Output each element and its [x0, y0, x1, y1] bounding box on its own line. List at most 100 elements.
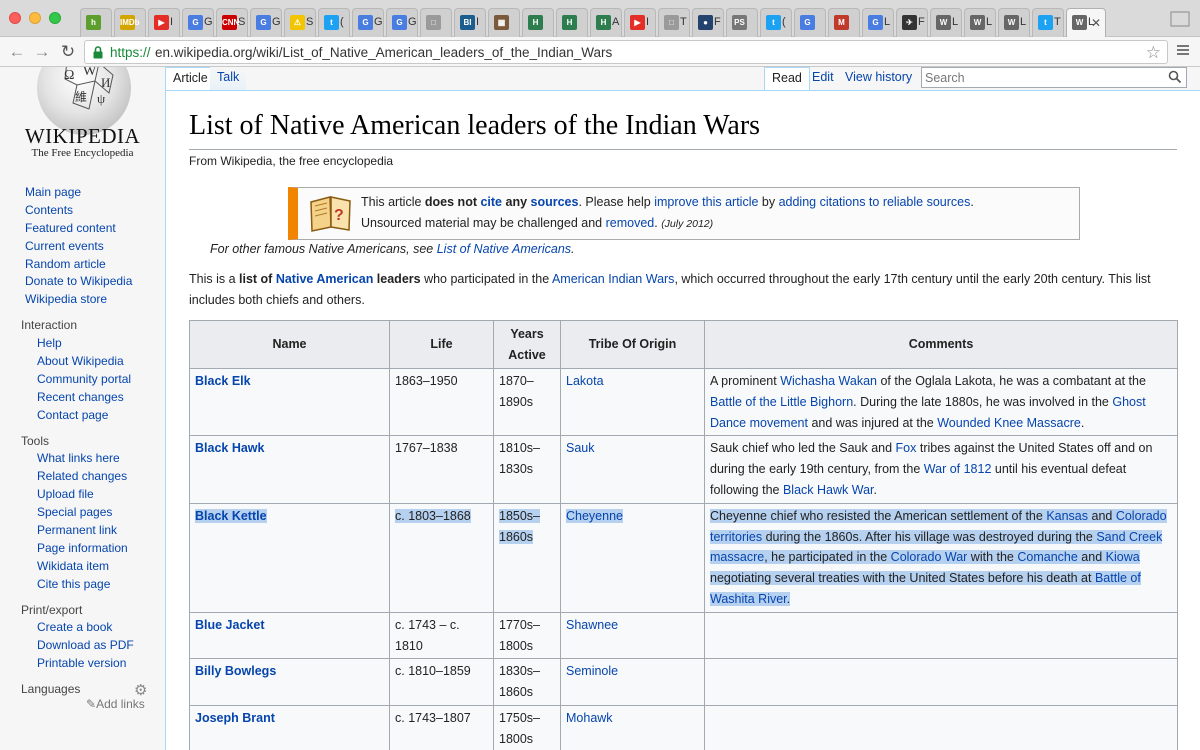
- adding-citations-link[interactable]: adding citations to reliable sources: [779, 195, 971, 209]
- tribe-link[interactable]: Mohawk: [560, 704, 705, 750]
- browser-tab[interactable]: □ T: [658, 8, 690, 37]
- column-header[interactable]: Life: [389, 320, 494, 369]
- forward-arrow-icon[interactable]: →: [32, 42, 52, 62]
- browser-tab[interactable]: IMDb: [114, 8, 146, 37]
- comment-link[interactable]: Wounded Knee Massacre: [937, 416, 1081, 430]
- browser-tab[interactable]: M: [828, 8, 860, 37]
- sidebar-item-main-page[interactable]: Main page: [0, 184, 165, 202]
- sidebar-item-permanent-link[interactable]: Permanent link: [0, 522, 165, 540]
- cite-link[interactable]: cite: [480, 195, 502, 209]
- window-maximize-button[interactable]: [49, 12, 61, 24]
- browser-tab[interactable]: H: [522, 8, 554, 37]
- browser-tab[interactable]: GG: [386, 8, 418, 37]
- comment-link[interactable]: Battle of the Little Bighorn: [710, 395, 853, 409]
- sidebar-item-printable-version[interactable]: Printable version: [0, 655, 165, 673]
- browser-tab[interactable]: W L ✕: [1066, 8, 1106, 37]
- column-header[interactable]: Comments: [704, 320, 1178, 369]
- leader-name-link[interactable]: Blue Jacket: [189, 611, 390, 660]
- sidebar-item-download-as-pdf[interactable]: Download as PDF: [0, 637, 165, 655]
- browser-tab[interactable]: tT: [1032, 8, 1064, 37]
- leader-name-link[interactable]: Black Elk: [189, 367, 390, 437]
- native-american-link[interactable]: Native American: [276, 272, 374, 286]
- window-close-button[interactable]: [9, 12, 21, 24]
- browser-tab[interactable]: G: [794, 8, 826, 37]
- sidebar-item-current-events[interactable]: Current events: [0, 238, 165, 256]
- browser-tab[interactable]: GG: [352, 8, 384, 37]
- sources-link[interactable]: sources: [531, 195, 579, 209]
- profile-icon[interactable]: [1170, 9, 1190, 27]
- list-of-native-americans-link[interactable]: List of Native Americans: [437, 242, 571, 256]
- comment-link[interactable]: War of 1812: [924, 462, 992, 476]
- leader-name-link[interactable]: Black Hawk: [189, 435, 390, 504]
- tab-view-history[interactable]: View history: [838, 67, 919, 91]
- window-minimize-button[interactable]: [29, 12, 41, 24]
- browser-menu-icon[interactable]: [1176, 43, 1190, 57]
- browser-tab[interactable]: PS: [726, 8, 758, 37]
- browser-tab[interactable]: GG: [182, 8, 214, 37]
- browser-tab[interactable]: ✈ F: [896, 8, 928, 37]
- browser-tab[interactable]: WL: [998, 8, 1030, 37]
- sidebar-item-what-links-here[interactable]: What links here: [0, 450, 165, 468]
- tribe-link[interactable]: Sauk: [560, 435, 705, 504]
- sidebar-item-upload-file[interactable]: Upload file: [0, 486, 165, 504]
- browser-tab[interactable]: HA: [590, 8, 622, 37]
- tab-article[interactable]: Article: [165, 67, 216, 91]
- comment-link[interactable]: Colorado War: [890, 550, 968, 565]
- sidebar-item-wikipedia-store[interactable]: Wikipedia store: [0, 291, 165, 309]
- search-icon[interactable]: [1168, 70, 1182, 84]
- comment-link[interactable]: Kiowa: [1105, 550, 1140, 565]
- browser-tab[interactable]: t(: [760, 8, 792, 37]
- tribe-link[interactable]: Cheyenne: [560, 502, 705, 613]
- sidebar-item-donate-to-wikipedia[interactable]: Donate to Wikipedia: [0, 273, 165, 291]
- tab-read[interactable]: Read: [764, 67, 810, 91]
- leader-name-link[interactable]: Black Kettle: [189, 502, 390, 613]
- sidebar-item-help[interactable]: Help: [0, 335, 165, 353]
- browser-tab[interactable]: ▦: [488, 8, 520, 37]
- browser-tab[interactable]: CNN S: [216, 8, 248, 37]
- sidebar-item-about-wikipedia[interactable]: About Wikipedia: [0, 353, 165, 371]
- browser-tab[interactable]: WL: [930, 8, 962, 37]
- browser-tab[interactable]: ▶ I: [624, 8, 656, 37]
- leader-name-link[interactable]: Billy Bowlegs: [189, 658, 390, 706]
- sidebar-item-recent-changes[interactable]: Recent changes: [0, 389, 165, 407]
- column-header[interactable]: Tribe Of Origin: [560, 320, 705, 369]
- add-links-link[interactable]: ✎Add links: [86, 697, 145, 711]
- browser-tab[interactable]: GG: [250, 8, 282, 37]
- column-header[interactable]: Name: [189, 320, 390, 369]
- sidebar-item-contents[interactable]: Contents: [0, 202, 165, 220]
- bookmark-star-icon[interactable]: ☆: [1146, 43, 1161, 63]
- tab-close-icon[interactable]: ✕: [1091, 16, 1101, 30]
- sidebar-item-related-changes[interactable]: Related changes: [0, 468, 165, 486]
- leader-name-link[interactable]: Joseph Brant: [189, 704, 390, 750]
- comment-link[interactable]: Black Hawk War: [783, 483, 874, 497]
- browser-tab[interactable]: WL: [964, 8, 996, 37]
- address-bar[interactable]: https:// en.wikipedia.org/wiki/List_of_N…: [84, 40, 1168, 64]
- comment-link[interactable]: Fox: [896, 441, 917, 455]
- browser-tab[interactable]: □: [420, 8, 452, 37]
- sidebar-item-contact-page[interactable]: Contact page: [0, 407, 165, 425]
- comment-link[interactable]: Comanche: [1017, 550, 1078, 565]
- column-header[interactable]: Years Active: [493, 320, 561, 369]
- removed-link[interactable]: removed: [606, 216, 655, 230]
- browser-tab[interactable]: h: [80, 8, 112, 37]
- sidebar-item-special-pages[interactable]: Special pages: [0, 504, 165, 522]
- sidebar-item-page-information[interactable]: Page information: [0, 540, 165, 558]
- browser-tab[interactable]: ⚠ S: [284, 8, 316, 37]
- sidebar-item-wikidata-item[interactable]: Wikidata item: [0, 558, 165, 576]
- browser-tab[interactable]: BI I: [454, 8, 486, 37]
- american-indian-wars-link[interactable]: American Indian Wars: [552, 272, 675, 286]
- browser-tab[interactable]: ▶ I: [148, 8, 180, 37]
- tribe-link[interactable]: Seminole: [560, 658, 705, 706]
- tab-edit[interactable]: Edit: [805, 67, 841, 91]
- tab-talk[interactable]: Talk: [210, 67, 247, 91]
- browser-tab[interactable]: t(: [318, 8, 350, 37]
- sidebar-item-create-a-book[interactable]: Create a book: [0, 619, 165, 637]
- sidebar-item-random-article[interactable]: Random article: [0, 256, 165, 274]
- sidebar-item-featured-content[interactable]: Featured content: [0, 220, 165, 238]
- browser-tab[interactable]: ● F: [692, 8, 724, 37]
- back-arrow-icon[interactable]: ←: [7, 42, 27, 62]
- browser-tab[interactable]: H: [556, 8, 588, 37]
- sidebar-item-cite-this-page[interactable]: Cite this page: [0, 576, 165, 594]
- wikipedia-logo[interactable]: Ω W И 維 ψ WIKIPEDIA The Free Encyclopedi…: [0, 67, 165, 167]
- tribe-link[interactable]: Shawnee: [560, 611, 705, 660]
